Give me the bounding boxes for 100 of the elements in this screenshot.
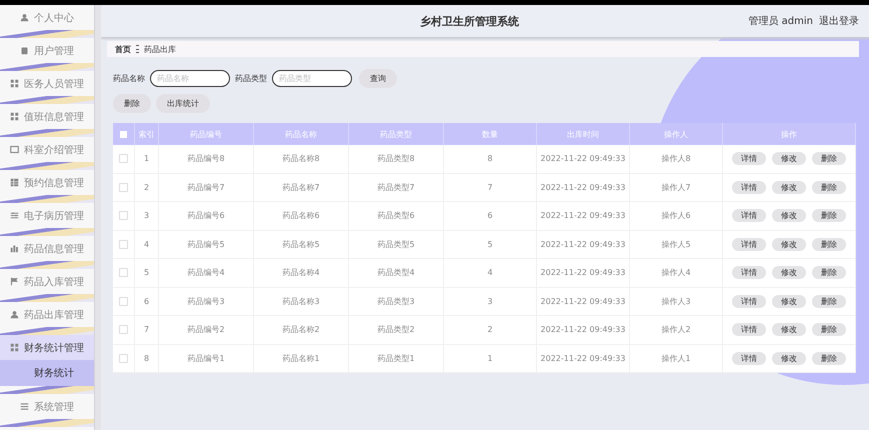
row-checkbox[interactable] — [119, 211, 128, 220]
column-header: 药品类型 — [349, 123, 444, 145]
table-cell: 药品名称1 — [254, 344, 349, 372]
table-cell: 药品类型8 — [349, 145, 444, 172]
search-field[interactable]: 药品类型 — [272, 70, 352, 87]
table-cell: 4 — [135, 230, 159, 258]
delete-button[interactable]: 删除 — [812, 352, 846, 365]
details-button[interactable]: 详情 — [732, 209, 766, 222]
user-label: 管理员 admin — [748, 15, 813, 28]
details-button[interactable]: 详情 — [732, 294, 766, 308]
table-cell: 7 — [444, 174, 537, 201]
table-cell: 3 — [135, 202, 159, 230]
grid-icon — [10, 112, 20, 121]
row-checkbox[interactable] — [119, 325, 128, 334]
table-cell: 操作人6 — [630, 202, 723, 230]
details-button[interactable]: 详情 — [732, 266, 766, 280]
breadcrumb-item: 药品出库 — [144, 44, 176, 54]
table-cell: 药品编号2 — [159, 316, 254, 344]
stats-button[interactable]: 出库统计 — [156, 94, 210, 113]
search-field[interactable]: 药品名称 — [150, 70, 230, 87]
details-button[interactable]: 详情 — [732, 152, 766, 166]
grid-icon — [10, 343, 20, 352]
app-title: 乡村卫生所管理系统 — [419, 14, 520, 28]
delete-button[interactable]: 删除 — [812, 323, 846, 336]
scrollbar[interactable] — [94, 5, 101, 430]
table-cell: 药品类型7 — [349, 174, 444, 201]
search-button[interactable]: 查询 — [359, 69, 397, 88]
sidebar-subitem[interactable]: 财务统计 — [0, 360, 94, 386]
table-cell: 6 — [135, 288, 159, 315]
row-checkbox[interactable] — [119, 182, 128, 192]
table-cell: 2022-11-22 09:49:33 — [537, 259, 630, 286]
table-cell: 药品编号4 — [159, 259, 254, 286]
table-cell: 药品编号1 — [159, 344, 254, 372]
row-checkbox[interactable] — [119, 240, 128, 249]
column-header: 药品名称 — [254, 123, 349, 145]
delete-button[interactable]: 删除 — [113, 94, 151, 113]
column-header: 数量 — [444, 123, 537, 145]
table-cell: 药品类型5 — [349, 230, 444, 258]
delete-button[interactable]: 删除 — [812, 180, 846, 194]
table-cell: 药品类型4 — [349, 259, 444, 286]
row-checkbox[interactable] — [119, 354, 128, 363]
edit-button[interactable]: 修改 — [772, 152, 806, 166]
table-cell: 药品类型2 — [349, 316, 444, 344]
table-cell: 2022-11-22 09:49:33 — [537, 202, 630, 230]
grid-icon — [10, 79, 20, 88]
breadcrumb-item[interactable]: 首页 — [115, 44, 131, 54]
table-cell: 8 — [444, 145, 537, 172]
table-cell: 操作人1 — [630, 344, 723, 372]
table-cell: 操作人3 — [630, 288, 723, 315]
table-cell: 药品类型1 — [349, 344, 444, 372]
table-cell: 药品名称6 — [254, 202, 349, 230]
details-button[interactable]: 详情 — [732, 323, 766, 336]
table-cell: 药品名称8 — [254, 145, 349, 172]
edit-button[interactable]: 修改 — [772, 209, 806, 222]
table-cell: 2022-11-22 09:49:33 — [537, 288, 630, 315]
field-label: 药品类型 — [235, 73, 267, 84]
table-cell: 5 — [135, 259, 159, 286]
table-cell: 8 — [135, 344, 159, 372]
select-all-checkbox[interactable] — [120, 130, 127, 138]
delete-button[interactable]: 删除 — [812, 266, 846, 280]
details-button[interactable]: 详情 — [732, 238, 766, 251]
table-cell: 操作人7 — [630, 174, 723, 201]
table-cell: 药品编号3 — [159, 288, 254, 315]
square-icon — [10, 145, 20, 154]
table-cell: 2022-11-22 09:49:33 — [537, 230, 630, 258]
column-header: 操作人 — [630, 123, 723, 145]
table-cell: 操作人8 — [630, 145, 723, 172]
table-cell: 药品类型3 — [349, 288, 444, 315]
table-cell: 2 — [444, 316, 537, 344]
delete-button[interactable]: 删除 — [812, 238, 846, 251]
sidebar-item[interactable]: 财务统计管理 — [0, 335, 94, 360]
table-cell: 3 — [444, 288, 537, 315]
edit-button[interactable]: 修改 — [772, 352, 806, 365]
details-button[interactable]: 详情 — [732, 352, 766, 365]
edit-button[interactable]: 修改 — [772, 238, 806, 251]
logout-link[interactable]: 退出登录 — [819, 14, 859, 28]
delete-button[interactable]: 删除 — [812, 294, 846, 308]
table-cell: 药品名称3 — [254, 288, 349, 315]
table-cell: 操作人2 — [630, 316, 723, 344]
table-cell: 药品名称5 — [254, 230, 349, 258]
table-cell: 1 — [444, 344, 537, 372]
details-button[interactable]: 详情 — [732, 180, 766, 194]
edit-button[interactable]: 修改 — [772, 180, 806, 194]
table-cell: 2022-11-22 09:49:33 — [537, 145, 630, 172]
edit-button[interactable]: 修改 — [772, 294, 806, 308]
row-checkbox[interactable] — [119, 154, 128, 164]
table-cell: 2022-11-22 09:49:33 — [537, 174, 630, 201]
column-header: 药品编号 — [159, 123, 254, 145]
delete-button[interactable]: 删除 — [812, 152, 846, 166]
column-header: 索引 — [135, 123, 159, 145]
edit-button[interactable]: 修改 — [772, 323, 806, 336]
table-cell: 2022-11-22 09:49:33 — [537, 344, 630, 372]
sliders-icon — [10, 211, 20, 220]
table-cell: 药品名称4 — [254, 259, 349, 286]
table-cell: 药品编号6 — [159, 202, 254, 230]
edit-button[interactable]: 修改 — [772, 266, 806, 280]
row-checkbox[interactable] — [119, 296, 128, 306]
row-checkbox[interactable] — [119, 268, 128, 278]
delete-button[interactable]: 删除 — [812, 209, 846, 222]
table-cell: 1 — [135, 145, 159, 172]
